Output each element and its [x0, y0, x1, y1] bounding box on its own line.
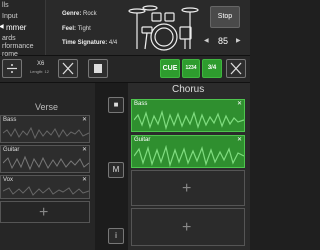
close-icon	[62, 62, 74, 75]
close-icon[interactable]: ✕	[82, 146, 87, 153]
metronome-button[interactable]: 3/4	[202, 59, 222, 78]
waveform	[134, 145, 244, 167]
info-button[interactable]: i	[108, 228, 124, 244]
tempo-up-icon[interactable]: ▶	[236, 37, 241, 44]
stop-section-button[interactable]	[88, 59, 108, 78]
count-in-button[interactable]: 1234	[182, 59, 200, 78]
waveform	[3, 126, 89, 140]
verse-track-bass[interactable]: Bass ✕	[0, 115, 90, 143]
close-icon[interactable]: ✕	[82, 176, 87, 183]
divide-button[interactable]	[2, 59, 22, 78]
time-signature-field[interactable]: Time Signature: 4/4	[62, 40, 117, 46]
plus-icon: +	[182, 219, 192, 236]
verse-track-vox[interactable]: Vox ✕	[0, 175, 90, 199]
verse-empty-slot[interactable]: +	[0, 201, 90, 223]
chorus-empty-slot[interactable]: +	[131, 170, 245, 206]
verse-title: Verse	[35, 102, 59, 112]
close-icon[interactable]: ✕	[237, 100, 242, 107]
divide-icon	[7, 64, 17, 73]
close-icon	[230, 62, 242, 75]
instrument-menu: lls Input ◀ mmer ards rformance rome	[0, 0, 46, 58]
chorus-track-bass[interactable]: Bass ✕	[131, 99, 245, 132]
tempo-value[interactable]: 85	[213, 35, 233, 47]
chorus-title: Chorus	[172, 84, 205, 95]
square-icon	[94, 64, 102, 73]
mute-button[interactable]: M	[108, 162, 124, 178]
chorus-track-guitar[interactable]: Guitar ✕	[131, 135, 245, 168]
tempo-down-icon[interactable]: ◀	[204, 37, 209, 44]
cue-button[interactable]: CUE	[160, 59, 180, 78]
plus-icon: +	[39, 204, 49, 221]
genre-field[interactable]: Genre: Rock	[62, 11, 97, 17]
waveform	[134, 109, 244, 131]
drum-kit-icon[interactable]	[128, 3, 200, 53]
menu-item[interactable]: Input	[0, 11, 45, 22]
close-button-right[interactable]	[226, 59, 246, 78]
chorus-empty-slot[interactable]: +	[131, 208, 245, 246]
waveform	[3, 186, 89, 196]
close-button[interactable]	[58, 59, 78, 78]
menu-item-drummer[interactable]: ◀ mmer	[0, 22, 45, 33]
plus-icon: +	[182, 180, 192, 197]
close-icon[interactable]: ✕	[82, 116, 87, 123]
verse-track-guitar[interactable]: Guitar ✕	[0, 145, 90, 173]
feel-field[interactable]: Feel: Tight	[62, 26, 91, 32]
stop-section-icon[interactable]: ■	[108, 97, 124, 113]
waveform	[3, 155, 89, 171]
section-length[interactable]: X6 Length: 12	[30, 59, 56, 78]
menu-item[interactable]: lls	[0, 0, 45, 11]
stop-button[interactable]: Stop	[210, 6, 240, 28]
close-icon[interactable]: ✕	[237, 136, 242, 143]
triangle-icon: ◀	[0, 24, 4, 30]
